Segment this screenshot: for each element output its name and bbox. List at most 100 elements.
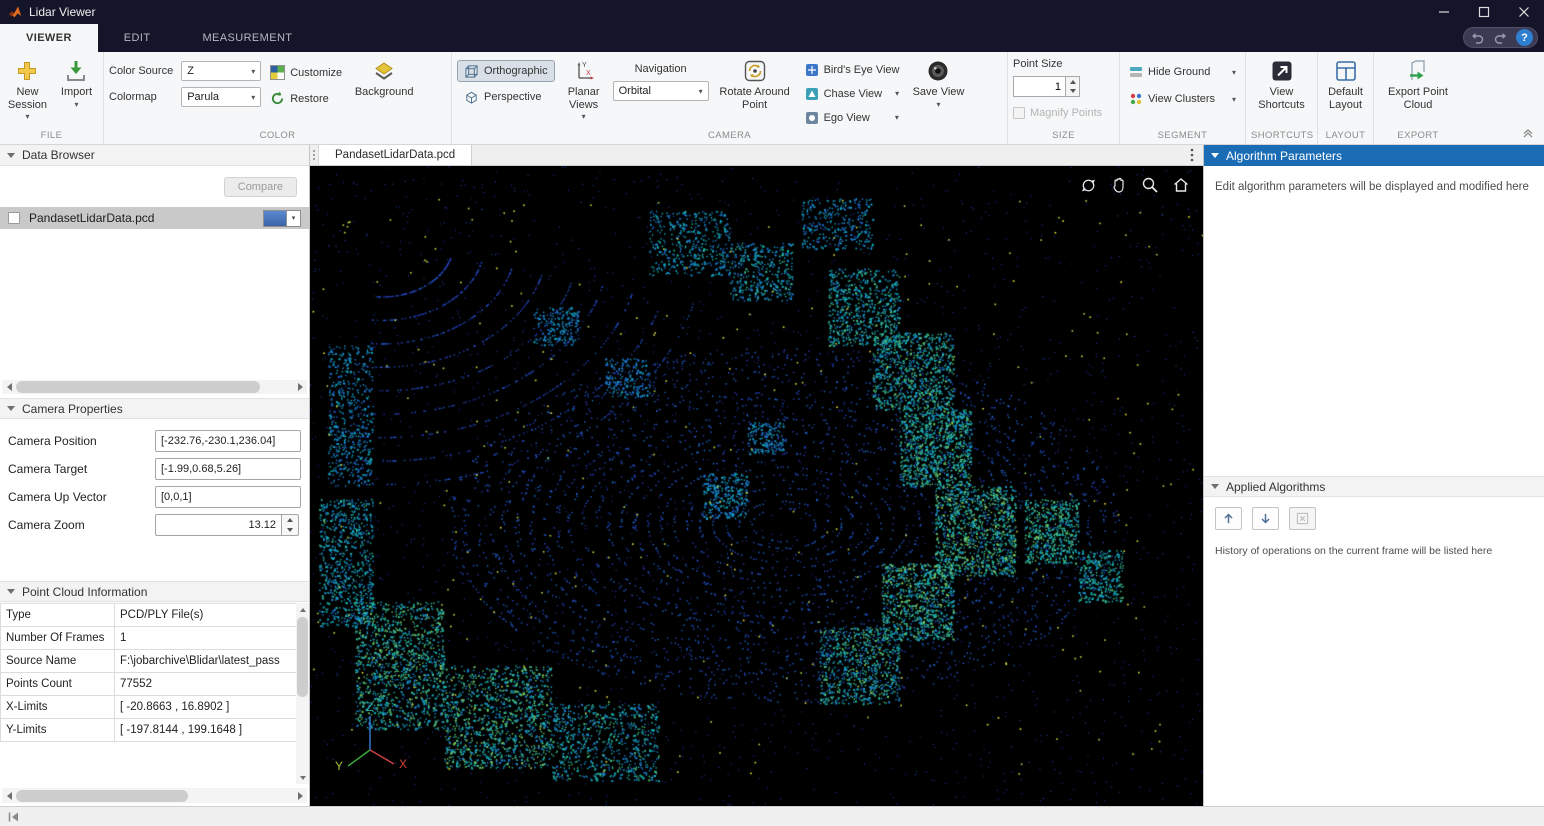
default-layout-button[interactable]: Default Layout — [1323, 55, 1368, 113]
point-size-input[interactable] — [1013, 76, 1065, 97]
point-cloud-file-row[interactable]: PandasetLidarData.pcd — [0, 207, 309, 229]
camera-zoom-spinner[interactable] — [281, 514, 299, 536]
move-up-button[interactable] — [1215, 507, 1242, 530]
point-size-down-icon[interactable] — [1066, 87, 1079, 97]
color-swatch-combo[interactable] — [263, 210, 301, 227]
camera-position-label: Camera Position — [8, 434, 155, 448]
perspective-label: Perspective — [484, 91, 541, 103]
home-view-button[interactable] — [1171, 175, 1191, 195]
rotate-around-point-button[interactable]: Rotate Around Point — [714, 55, 796, 113]
pan-tool-button[interactable] — [1109, 175, 1129, 195]
remove-algorithm-button[interactable] — [1289, 507, 1316, 530]
minimize-icon — [1438, 6, 1450, 18]
tab-measurement[interactable]: MEASUREMENT — [176, 24, 318, 52]
background-button[interactable]: Background — [351, 55, 417, 101]
customize-button[interactable]: Customize — [266, 62, 346, 83]
zoom-tool-button[interactable] — [1140, 175, 1160, 195]
save-view-button[interactable]: Save View — [908, 55, 968, 111]
magnify-points-checkbox-row[interactable]: Magnify Points — [1013, 107, 1102, 119]
tab-viewer[interactable]: VIEWER — [0, 24, 98, 52]
algorithm-parameters-body: Edit algorithm parameters will be displa… — [1204, 166, 1544, 476]
camera-target-row: Camera Target — [8, 455, 301, 483]
axis-triad: Z Y X — [330, 700, 410, 784]
camera-properties-header[interactable]: Camera Properties — [0, 398, 309, 419]
magnify-points-checkbox[interactable] — [1013, 107, 1025, 119]
tab-overflow-menu-button[interactable] — [1181, 145, 1203, 165]
camera-target-input[interactable] — [155, 458, 301, 480]
hscroll-thumb[interactable] — [16, 790, 188, 802]
birds-eye-view-label: Bird's Eye View — [824, 64, 900, 76]
view-shortcuts-button[interactable]: View Shortcuts — [1253, 55, 1311, 113]
scroll-right-icon[interactable] — [293, 789, 307, 803]
restore-label: Restore — [290, 93, 329, 105]
point-cloud-info-header[interactable]: Point Cloud Information — [0, 581, 309, 602]
camera-up-vector-label: Camera Up Vector — [8, 490, 155, 504]
tab-edit[interactable]: EDIT — [98, 24, 177, 52]
point-cloud-info-vscrollbar[interactable] — [296, 603, 309, 784]
data-browser-hscrollbar[interactable] — [2, 380, 307, 394]
ego-view-button[interactable]: Ego View — [801, 107, 904, 128]
camera-position-input[interactable] — [155, 430, 301, 452]
maximize-button[interactable] — [1464, 0, 1504, 24]
export-point-cloud-button[interactable]: Export Point Cloud — [1381, 55, 1455, 113]
view-shortcuts-label: View Shortcuts — [1255, 86, 1309, 111]
help-button[interactable]: ? — [1516, 29, 1533, 46]
view-clusters-button[interactable]: View Clusters — [1125, 88, 1240, 109]
scroll-left-icon[interactable] — [2, 380, 16, 394]
orthographic-button[interactable]: Orthographic — [457, 60, 555, 82]
applied-algorithms-header[interactable]: Applied Algorithms — [1204, 476, 1544, 497]
hscroll-thumb[interactable] — [16, 381, 260, 393]
compare-button[interactable]: Compare — [224, 177, 297, 197]
scroll-right-icon[interactable] — [293, 380, 307, 394]
collapse-ribbon-button[interactable] — [1520, 128, 1536, 140]
perspective-button[interactable]: Perspective — [457, 86, 555, 108]
minimize-button[interactable] — [1424, 0, 1464, 24]
axis-y-label: Y — [335, 759, 343, 773]
collapse-panel-button[interactable] — [7, 811, 20, 823]
scroll-up-icon[interactable] — [296, 603, 309, 616]
new-session-button[interactable]: New Session — [5, 55, 50, 123]
scroll-left-icon[interactable] — [2, 789, 16, 803]
camera-zoom-up-icon[interactable] — [282, 515, 298, 525]
export-point-cloud-icon — [1406, 59, 1430, 83]
colormap-dropdown[interactable]: Parula — [181, 87, 261, 107]
navigation-dropdown[interactable]: Orbital — [613, 81, 709, 101]
camera-zoom-input[interactable] — [155, 514, 281, 536]
algorithm-parameters-header[interactable]: Algorithm Parameters — [1204, 145, 1544, 166]
file-checkbox[interactable] — [8, 212, 20, 224]
restore-button[interactable]: Restore — [266, 88, 346, 109]
data-browser-header[interactable]: Data Browser — [0, 145, 309, 166]
point-size-spinner[interactable] — [1065, 76, 1080, 97]
planar-views-button[interactable]: YX Planar Views — [560, 55, 608, 123]
view-clusters-icon — [1129, 92, 1143, 106]
ribbon-section-layout: Default Layout LAYOUT — [1318, 52, 1374, 144]
collapse-left-icon — [7, 811, 20, 823]
undo-button[interactable] — [1468, 29, 1486, 46]
close-button[interactable] — [1504, 0, 1544, 24]
hide-ground-button[interactable]: Hide Ground — [1125, 61, 1240, 82]
color-swatch-dropdown-icon[interactable] — [286, 211, 300, 226]
vscroll-thumb[interactable] — [297, 617, 308, 697]
rotate-tool-button[interactable] — [1078, 175, 1098, 195]
point-size-up-icon[interactable] — [1066, 77, 1079, 87]
scroll-down-icon[interactable] — [296, 771, 309, 784]
camera-up-vector-input[interactable] — [155, 486, 301, 508]
applied-algorithms-placeholder: History of operations on the current fra… — [1215, 545, 1492, 557]
move-down-button[interactable] — [1252, 507, 1279, 530]
color-source-dropdown[interactable]: Z — [181, 61, 261, 81]
titlebar: Lidar Viewer — [0, 0, 1544, 24]
camera-zoom-down-icon[interactable] — [282, 525, 298, 535]
info-value: F:\jobarchive\Blidar\latest_pass — [115, 650, 298, 673]
tab-grip-handle[interactable] — [310, 145, 319, 165]
import-button[interactable]: Import — [55, 55, 98, 111]
color-swatch[interactable] — [264, 211, 286, 226]
document-tab[interactable]: PandasetLidarData.pcd — [319, 145, 472, 165]
birds-eye-view-button[interactable]: Bird's Eye View — [801, 59, 904, 80]
point-cloud-info-hscrollbar[interactable] — [2, 788, 307, 803]
chase-view-button[interactable]: Chase View — [801, 83, 904, 104]
point-cloud-canvas[interactable] — [310, 166, 1203, 806]
info-key: Y-Limits — [1, 719, 115, 742]
point-cloud-viewport[interactable]: Z Y X — [310, 166, 1203, 806]
planar-views-label: Planar Views — [562, 86, 606, 111]
redo-button[interactable] — [1492, 29, 1510, 46]
